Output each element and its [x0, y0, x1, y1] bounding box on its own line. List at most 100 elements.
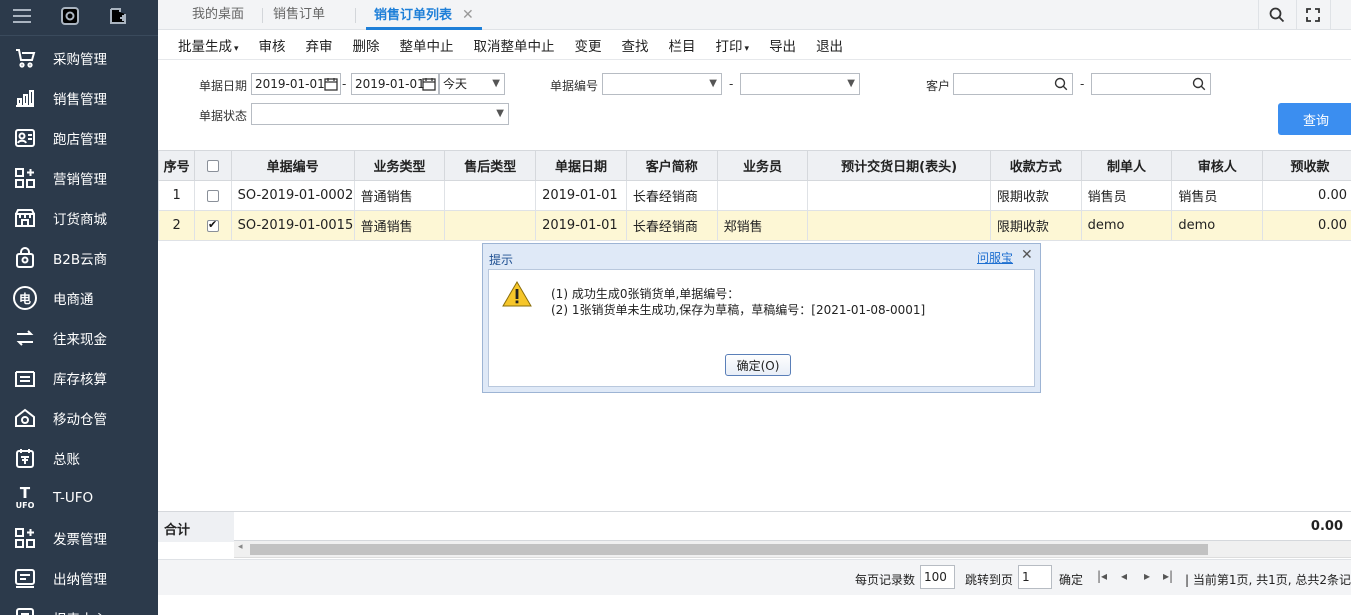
jump-confirm-button[interactable]: 确定 [1059, 571, 1083, 588]
sidebar-item[interactable]: 发票管理 [0, 518, 158, 558]
horizontal-scrollbar[interactable]: ◂ [234, 541, 1351, 558]
search-icon[interactable] [1192, 77, 1206, 97]
toolbar-button[interactable]: 整单中止 [400, 35, 454, 55]
total-value: 0.00 [1310, 519, 1343, 534]
column-header[interactable] [194, 150, 232, 181]
ok-button[interactable]: 确定(O) [725, 354, 791, 376]
table-row[interactable]: 1 SO-2019-01-0002 普通销售 2019-01-01 长春经销商 限期收款销… [157, 180, 1351, 211]
toolbar-button[interactable]: 批量生成 ▾ [178, 35, 239, 55]
toolbar-button-label: 整单中止 [399, 38, 454, 55]
column-header[interactable]: 售后类型 [444, 150, 537, 181]
sidebar-item[interactable]: 总账 [0, 438, 158, 478]
help-link[interactable]: 问服宝 [977, 249, 1013, 266]
sidebar-item[interactable]: 采购管理 [0, 38, 158, 78]
fullscreen-icon[interactable] [1302, 4, 1324, 26]
calendar-icon[interactable] [324, 77, 338, 97]
table-cell: 限期收款 [989, 210, 1082, 241]
toolbar-button[interactable]: 查找 [622, 35, 649, 55]
query-button[interactable]: 查询 [1278, 103, 1351, 135]
column-header[interactable]: 业务员 [716, 150, 809, 181]
status-select[interactable]: ▼ [251, 103, 509, 125]
toolbar-button[interactable]: 退出 [816, 35, 843, 55]
scroll-left-icon[interactable]: ◂ [238, 542, 243, 552]
sidebar-item[interactable]: 跑店管理 [0, 118, 158, 158]
column-header[interactable]: 预计交货日期(表头) [807, 150, 991, 181]
last-page-icon[interactable]: ▸| [1163, 569, 1173, 583]
sidebar-item[interactable]: 订货商城 [0, 198, 158, 238]
sidebar-item[interactable]: 销售管理 [0, 78, 158, 118]
toolbar-button-label: 查找 [621, 38, 649, 55]
sidebar-item-label: 报表中心 [53, 608, 107, 615]
close-icon[interactable]: ✕ [462, 7, 474, 23]
filter-panel: 单据日期 2019-01-01 - 2019-01-01 今天 ▼ 单据编号 ▼… [158, 60, 1351, 148]
toolbar-button[interactable]: 导出 [769, 35, 796, 55]
table-cell: 0.00 [1262, 180, 1351, 211]
sidebar-item-label: 采购管理 [53, 52, 107, 68]
customer-to-input[interactable] [1091, 73, 1211, 95]
search-icon[interactable] [1054, 77, 1068, 97]
column-header[interactable]: 业务类型 [353, 150, 446, 181]
jump-page-input[interactable]: 1 [1018, 565, 1052, 589]
date-to-input[interactable]: 2019-01-01 [351, 73, 439, 95]
new-window-icon[interactable] [108, 6, 128, 29]
toolbar-button-label: 删除 [352, 38, 380, 55]
tab-desktop[interactable]: 我的桌面 [192, 0, 244, 30]
table-cell: 长春经销商 [625, 210, 718, 241]
house-gear-icon [12, 405, 38, 431]
sidebar-item[interactable]: 营销管理 [0, 158, 158, 198]
toolbar-button[interactable]: 栏目 [669, 35, 696, 55]
sidebar-item[interactable]: 出纳管理 [0, 558, 158, 598]
sidebar-item[interactable]: 往来现金 [0, 318, 158, 358]
date-to-value: 2019-01-01 [355, 77, 425, 91]
date-from-input[interactable]: 2019-01-01 [251, 73, 341, 95]
search-icon[interactable] [1266, 4, 1288, 26]
per-page-input[interactable]: 100 [920, 565, 955, 589]
report-icon [12, 605, 38, 615]
toolbar-button[interactable]: 取消整单中止 [474, 35, 555, 55]
prev-page-icon[interactable]: ◂ [1121, 569, 1127, 583]
table-cell [194, 210, 232, 241]
scrollbar-thumb[interactable] [250, 544, 1208, 555]
tab-sales-order[interactable]: 销售订单 [273, 0, 325, 30]
row-checkbox[interactable] [206, 189, 219, 202]
first-page-icon[interactable]: |◂ [1097, 569, 1107, 583]
calendar-icon[interactable] [422, 77, 436, 97]
sidebar-item[interactable]: B2B云商 [0, 238, 158, 278]
customer-from-input[interactable] [953, 73, 1073, 95]
id-card-icon [12, 125, 38, 151]
date-preset-select[interactable]: 今天 ▼ [439, 73, 505, 95]
sidebar-item-label: 出纳管理 [53, 572, 107, 588]
sidebar: 采购管理销售管理 跑店管理 营销管理 订货商城 B2B云商电电商通 往来现金 库存核算 移动仓… [0, 0, 158, 615]
column-header[interactable]: 客户简称 [625, 150, 718, 181]
toolbar-button[interactable]: 打印 ▾ [716, 35, 750, 55]
column-header[interactable]: 预收款 [1262, 150, 1351, 181]
toolbar-button[interactable]: 弃审 [306, 35, 333, 55]
toolbar-button[interactable]: 审核 [259, 35, 286, 55]
next-page-icon[interactable]: ▸ [1144, 569, 1150, 583]
doc-no-to-select[interactable]: ▼ [740, 73, 860, 95]
toolbar-button[interactable]: 变更 [575, 35, 602, 55]
select-all-checkbox[interactable] [206, 159, 219, 172]
table-cell: 0.00 [1262, 210, 1351, 241]
column-header[interactable]: 单据日期 [535, 150, 627, 181]
column-header[interactable]: 单据编号 [230, 150, 355, 181]
table-cell: 2 [157, 210, 196, 241]
date-label: 单据日期 [199, 79, 248, 93]
tab-sales-order-list[interactable]: 销售订单列表 ✕ [366, 0, 482, 30]
column-header[interactable]: 序号 [157, 150, 196, 181]
column-header[interactable]: 收款方式 [989, 150, 1082, 181]
row-checkbox[interactable] [206, 218, 219, 232]
sidebar-item[interactable]: 电电商通 [0, 278, 158, 318]
table-row[interactable]: 2 SO-2019-01-0015普通销售 2019-01-01长春经销商郑销售 限期… [157, 210, 1351, 241]
toolbar-button[interactable]: 删除 [353, 35, 380, 55]
search-app-icon[interactable] [60, 6, 80, 29]
sidebar-item[interactable]: 移动仓管 [0, 398, 158, 438]
sidebar-item[interactable]: T UFO T-UFO [0, 478, 158, 518]
column-header[interactable]: 制单人 [1080, 150, 1173, 181]
column-header[interactable]: 审核人 [1171, 150, 1264, 181]
menu-icon[interactable] [12, 7, 32, 28]
doc-no-from-select[interactable]: ▼ [602, 73, 722, 95]
sidebar-item[interactable]: 库存核算 [0, 358, 158, 398]
sidebar-item[interactable]: 报表中心 [0, 598, 158, 615]
close-icon[interactable]: ✕ [1021, 247, 1033, 263]
